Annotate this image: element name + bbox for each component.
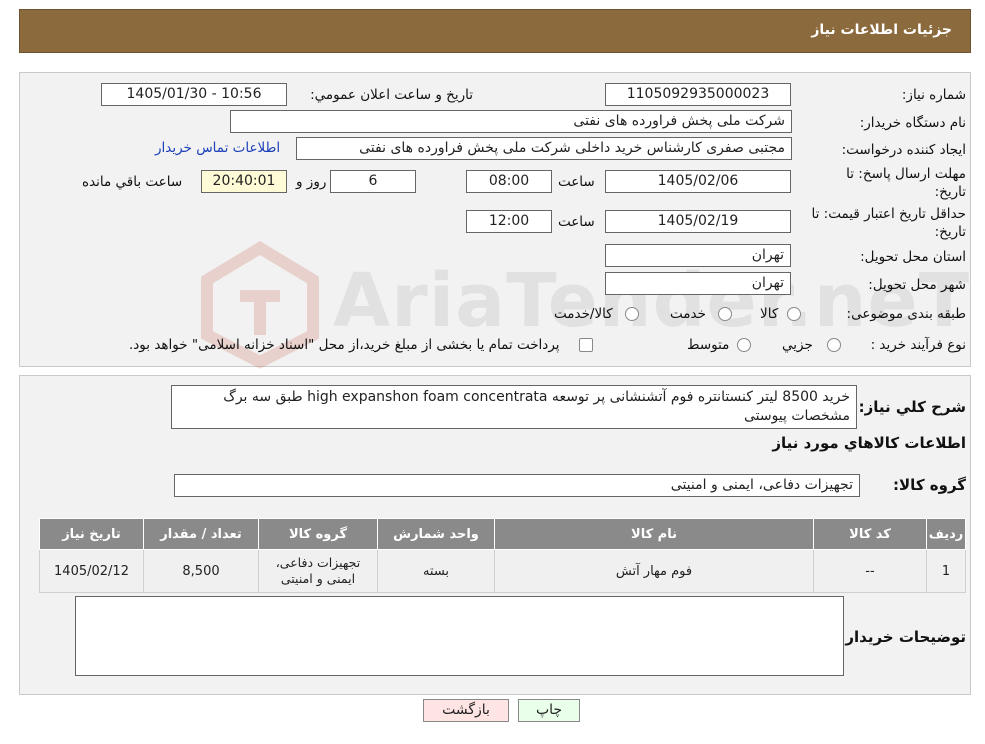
col-quantity: تعداد / مقدار: [143, 518, 259, 550]
process-option-medium: متوسط: [687, 337, 730, 353]
goods-group-label: گروه کالا:: [893, 476, 966, 494]
goods-group-field: تجهیزات دفاعی، ایمنی و امنیتی: [174, 474, 860, 497]
goods-info-title: اطلاعات کالاهاي مورد نياز: [772, 434, 966, 452]
buyer-label: نام دستگاه خريدار:: [859, 115, 966, 131]
need-number-field: 1105092935000023: [605, 83, 791, 106]
province-label: استان محل تحويل:: [860, 249, 966, 265]
remaining-time-field: 20:40:01: [201, 170, 287, 193]
process-option-minor: جزيي: [782, 337, 813, 353]
validity-time-word: ساعت: [558, 214, 595, 230]
category-radio-service[interactable]: [718, 307, 732, 321]
buyer-field: شرکت ملی پخش فراورده های نفتی: [230, 110, 792, 133]
cell-goods-name: فوم مهار آتش: [494, 549, 814, 593]
validity-date-field: 1405/02/19: [605, 210, 791, 233]
announce-label: تاريخ و ساعت اعلان عمومي:: [310, 87, 473, 103]
buyer-notes-label: توضيحات خريدار:: [839, 628, 966, 646]
summary-text: خرید 8500 لیتر کنستانتره فوم آتشنشانی پر…: [223, 389, 850, 424]
category-radio-goods[interactable]: [787, 307, 801, 321]
deadline-label-line2: تاريخ:: [934, 184, 966, 200]
remaining-word: ساعت باقي مانده: [82, 174, 183, 190]
days-field: 6: [330, 170, 416, 193]
cell-unit: بسته: [377, 549, 495, 593]
days-word: روز و: [296, 174, 327, 190]
back-button[interactable]: بازگشت: [423, 699, 509, 722]
summary-label: شرح کلي نياز:: [858, 398, 966, 416]
category-option-goods-service: کالا/خدمت: [554, 306, 613, 322]
category-option-goods: کالا: [760, 306, 779, 322]
deadline-time-word: ساعت: [558, 174, 595, 190]
watermark-text: AriaTender.neT: [333, 258, 971, 344]
creator-label: ايجاد کننده درخواست:: [841, 142, 966, 158]
page-header: جزئيات اطلاعات نياز: [19, 9, 971, 53]
goods-table-header-row: رديف کد کالا نام کالا واحد شمارش گروه کا…: [39, 518, 966, 550]
province-field: تهران: [605, 244, 791, 267]
col-goods-code: کد کالا: [813, 518, 927, 550]
deadline-time-field: 08:00: [466, 170, 552, 193]
process-radio-minor[interactable]: [827, 338, 841, 352]
announce-field: 1405/01/30 - 10:56: [101, 83, 287, 106]
validity-label-line1: حداقل تاريخ اعتبار قيمت: تا: [811, 206, 966, 222]
category-option-service: خدمت: [670, 306, 706, 322]
col-unit: واحد شمارش: [377, 518, 495, 550]
col-goods-group: گروه کالا: [258, 518, 378, 550]
process-label: نوع فرآيند خريد :: [870, 337, 966, 353]
process-note: پرداخت تمام يا بخشی از مبلغ خريد،از محل …: [129, 337, 560, 353]
deadline-label-line1: مهلت ارسال پاسخ: تا: [846, 166, 966, 182]
cell-goods-code: --: [813, 549, 927, 593]
page-title: جزئيات اطلاعات نياز: [811, 22, 952, 38]
table-row: 1 -- فوم مهار آتش بسته تجهیزات دفاعی، ای…: [39, 549, 966, 593]
col-need-date: تاريخ نياز: [39, 518, 144, 550]
city-label: شهر محل تحويل:: [868, 277, 966, 293]
need-number-label: شماره نياز:: [901, 87, 966, 103]
category-radio-goods-service[interactable]: [625, 307, 639, 321]
print-button[interactable]: چاپ: [518, 699, 580, 722]
buyer-notes-textarea[interactable]: [75, 596, 844, 676]
validity-label-line2: تاريخ:: [934, 224, 966, 240]
creator-field: مجتبی صفری کارشناس خرید داخلی شرکت ملی پ…: [296, 137, 792, 160]
col-row-number: رديف: [926, 518, 966, 550]
process-checkbox-treasury[interactable]: [579, 338, 593, 352]
validity-time-field: 12:00: [466, 210, 552, 233]
city-field: تهران: [605, 272, 791, 295]
goods-table: رديف کد کالا نام کالا واحد شمارش گروه کا…: [39, 518, 966, 593]
cell-need-date: 1405/02/12: [39, 549, 144, 593]
col-goods-name: نام کالا: [494, 518, 814, 550]
buyer-contact-link[interactable]: اطلاعات تماس خريدار: [155, 140, 280, 156]
category-label: طبقه بندی موضوعی:: [846, 306, 966, 322]
cell-quantity: 8,500: [143, 549, 259, 593]
cell-row-number: 1: [926, 549, 966, 593]
process-radio-medium[interactable]: [737, 338, 751, 352]
summary-textarea[interactable]: خرید 8500 لیتر کنستانتره فوم آتشنشانی پر…: [171, 385, 857, 429]
deadline-date-field: 1405/02/06: [605, 170, 791, 193]
cell-goods-group: تجهیزات دفاعی، ایمنی و امنیتی: [258, 549, 378, 593]
